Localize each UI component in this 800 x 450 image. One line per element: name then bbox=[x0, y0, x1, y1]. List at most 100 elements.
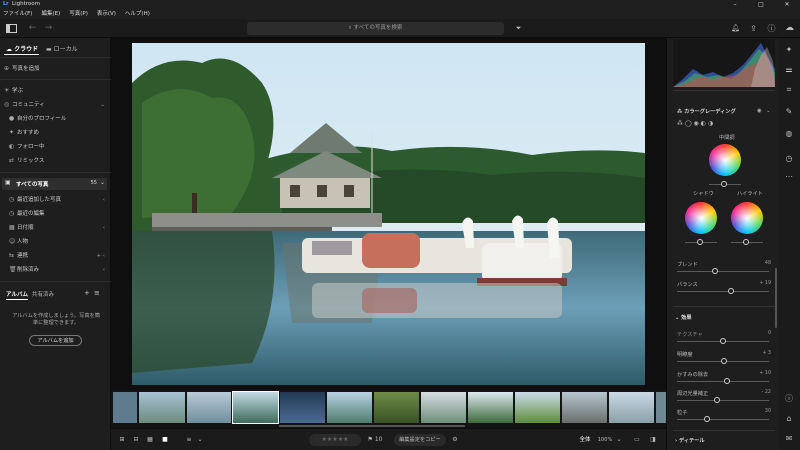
tab-local[interactable]: ▬ ローカル bbox=[46, 44, 78, 53]
crop-icon[interactable]: ⌗ bbox=[783, 84, 795, 96]
share-icon[interactable]: ⇪ bbox=[747, 22, 760, 35]
balance-value[interactable]: + 19 bbox=[749, 281, 771, 286]
sidebar-item-integrations[interactable]: ⇆ 連携 + ‹ bbox=[9, 251, 107, 261]
plus-chevron-icon[interactable]: + ‹ bbox=[96, 251, 105, 261]
gear-icon[interactable]: ⚙ bbox=[449, 434, 461, 446]
chevron-down-icon[interactable]: ⌄ bbox=[196, 434, 204, 446]
blend-value[interactable]: 48 bbox=[753, 261, 771, 266]
search-input[interactable]: ⌕ すべての写真を検索 bbox=[247, 22, 504, 35]
sidebar-item-remix[interactable]: ⇄ リミックス bbox=[9, 156, 107, 166]
grain-slider[interactable] bbox=[677, 419, 769, 420]
filmstrip-thumbnail-selected[interactable] bbox=[232, 391, 279, 424]
healing-brush-icon[interactable]: ✎ bbox=[783, 106, 795, 118]
zoom-level[interactable]: 100% bbox=[595, 434, 615, 446]
close-button[interactable]: ✕ bbox=[774, 0, 800, 9]
masking-icon[interactable]: ◍ bbox=[783, 128, 795, 140]
edit-sliders-icon[interactable]: ⚌ bbox=[783, 64, 795, 76]
vignette-value[interactable]: - 22 bbox=[749, 390, 771, 395]
zoom-fit-button[interactable]: 全体 bbox=[575, 434, 595, 446]
main-photo[interactable] bbox=[132, 43, 645, 385]
clarity-value[interactable]: + 3 bbox=[753, 351, 771, 356]
bell-icon[interactable]: 🔔︎ bbox=[729, 22, 742, 35]
menu-view[interactable]: 表示(V) bbox=[97, 9, 116, 19]
filmstrip-thumbnail[interactable] bbox=[515, 392, 560, 423]
comment-icon[interactable]: ✉ bbox=[783, 433, 795, 445]
grid-view-icon[interactable]: ⊟ bbox=[131, 434, 141, 446]
create-album-button[interactable]: アルバムを追加 bbox=[29, 335, 82, 346]
sidebar-item-recommended[interactable]: ✦ おすすめ bbox=[9, 128, 107, 138]
sidebar-item-all-photos[interactable]: ▣ すべての写真 55 ⌄ bbox=[2, 178, 107, 190]
more-icon[interactable]: ⋯ bbox=[783, 171, 795, 183]
slider-knob[interactable] bbox=[743, 239, 749, 245]
slider-knob[interactable] bbox=[704, 416, 710, 422]
sidebar-item-by-date[interactable]: ▦ 日付順 ‹ bbox=[9, 223, 107, 233]
filmstrip-thumbnail[interactable] bbox=[562, 392, 607, 423]
sidebar-item-recently-added[interactable]: ◷ 最近追加した写真 ‹ bbox=[9, 195, 107, 205]
shadows-color-wheel[interactable] bbox=[685, 202, 717, 234]
filmstrip-thumbnail[interactable] bbox=[280, 392, 325, 423]
filmstrip-thumbnail[interactable] bbox=[656, 392, 666, 423]
slider-knob[interactable] bbox=[724, 378, 730, 384]
chevron-down-icon[interactable]: ⌄ bbox=[615, 434, 623, 446]
filmstrip-thumbnail[interactable] bbox=[327, 392, 372, 423]
edit-panel-scrollbar[interactable] bbox=[775, 268, 777, 328]
star-rating[interactable]: ★★★★★ bbox=[309, 434, 361, 446]
filmstrip-thumbnail[interactable] bbox=[374, 392, 419, 423]
tab-albums[interactable]: アルバム bbox=[6, 290, 28, 298]
copy-edit-settings-button[interactable]: 編集設定をコピー bbox=[394, 434, 446, 446]
sidebar-item-my-profile[interactable]: ● 自分のプロフィール bbox=[9, 114, 107, 124]
square-grid-icon[interactable]: ▦ bbox=[145, 434, 155, 446]
filmstrip-thumbnail[interactable] bbox=[187, 392, 231, 423]
panel-toggle-icon[interactable] bbox=[5, 22, 18, 35]
slider-knob[interactable] bbox=[721, 181, 727, 187]
menu-help[interactable]: ヘルプ(H) bbox=[125, 9, 150, 19]
minimize-button[interactable]: – bbox=[722, 0, 748, 9]
grading-mode-icons[interactable]: ⁂ ◯ ◉ ◐ ◑ bbox=[677, 120, 713, 127]
tag-icon[interactable]: ⌂ bbox=[783, 413, 795, 425]
cloud-icon[interactable]: ☁ bbox=[783, 22, 796, 35]
sidebar-item-people[interactable]: ☺ 人物 bbox=[9, 237, 107, 247]
blend-slider[interactable] bbox=[677, 271, 769, 272]
sort-icon[interactable]: ≡ bbox=[183, 434, 195, 446]
balance-slider[interactable] bbox=[677, 291, 769, 292]
sidebar-item-recently-edited[interactable]: ◷ 最近の編集 bbox=[9, 209, 107, 219]
highlights-color-wheel[interactable] bbox=[731, 202, 763, 234]
split-view-icon[interactable]: ◨ bbox=[647, 434, 659, 446]
texture-value[interactable]: 0 bbox=[753, 331, 771, 336]
chevron-down-icon[interactable]: ⌄ bbox=[100, 179, 105, 186]
menu-edit[interactable]: 編集(E) bbox=[41, 9, 60, 19]
compare-view-icon[interactable]: ▭ bbox=[631, 434, 643, 446]
slider-knob[interactable] bbox=[728, 288, 734, 294]
maximize-button[interactable]: □ bbox=[748, 0, 774, 9]
menu-photo[interactable]: 写真(P) bbox=[69, 9, 88, 19]
tab-shared[interactable]: 共有済み bbox=[32, 290, 54, 298]
auto-icon[interactable]: ✦ bbox=[783, 44, 795, 56]
slider-knob[interactable] bbox=[712, 268, 718, 274]
learn-item[interactable]: ☀ 学ぶ bbox=[4, 86, 107, 96]
midtones-color-wheel[interactable] bbox=[709, 144, 741, 176]
slider-knob[interactable] bbox=[721, 358, 727, 364]
sidebar-item-following[interactable]: ◐ フォロー中 bbox=[9, 142, 107, 152]
slider-knob[interactable] bbox=[697, 239, 703, 245]
filmstrip-thumbnail[interactable] bbox=[468, 392, 513, 423]
help-icon[interactable]: ⓘ bbox=[765, 22, 778, 35]
filmstrip-thumbnail[interactable] bbox=[113, 392, 137, 423]
chevron-down-icon[interactable]: ⌄ bbox=[766, 108, 770, 114]
community-item[interactable]: ◎ コミュニティ ⌄ bbox=[4, 100, 107, 110]
detail-header[interactable]: › ディテール bbox=[675, 437, 705, 444]
sidebar-item-deleted[interactable]: 🗑︎削除済み ‹ bbox=[9, 265, 107, 275]
grid-view-small-icon[interactable]: ⊞ bbox=[117, 434, 127, 446]
back-arrow-icon[interactable]: ← bbox=[26, 22, 39, 35]
dehaze-value[interactable]: + 10 bbox=[749, 371, 771, 376]
effects-header[interactable]: ⌄ 効果 bbox=[675, 314, 692, 321]
add-photos-button[interactable]: ⊕ 写真を追加 bbox=[4, 64, 107, 74]
tab-cloud[interactable]: ☁ クラウド bbox=[6, 44, 38, 53]
filmstrip-thumbnail[interactable] bbox=[609, 392, 654, 423]
dehaze-slider[interactable] bbox=[677, 381, 769, 382]
filmstrip-thumbnail[interactable] bbox=[139, 392, 185, 423]
forward-arrow-icon[interactable]: → bbox=[42, 22, 55, 35]
slider-knob[interactable] bbox=[714, 397, 720, 403]
info-icon[interactable]: ⓘ bbox=[783, 393, 795, 405]
filmstrip-thumbnail[interactable] bbox=[421, 392, 466, 423]
detail-view-icon[interactable]: ■ bbox=[160, 434, 170, 446]
